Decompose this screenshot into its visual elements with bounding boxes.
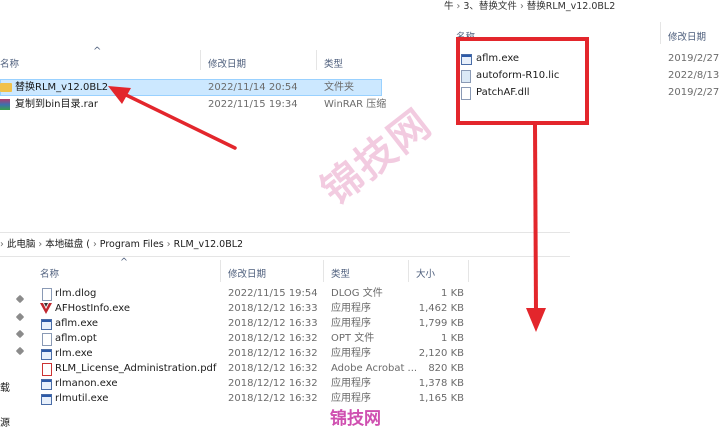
watermark-small: 锦技网 — [330, 409, 381, 429]
annotation-arrows — [108, 86, 546, 332]
arrowhead-down — [526, 308, 546, 332]
arrow-line-left — [118, 90, 237, 150]
arrow-line-down — [533, 124, 538, 313]
